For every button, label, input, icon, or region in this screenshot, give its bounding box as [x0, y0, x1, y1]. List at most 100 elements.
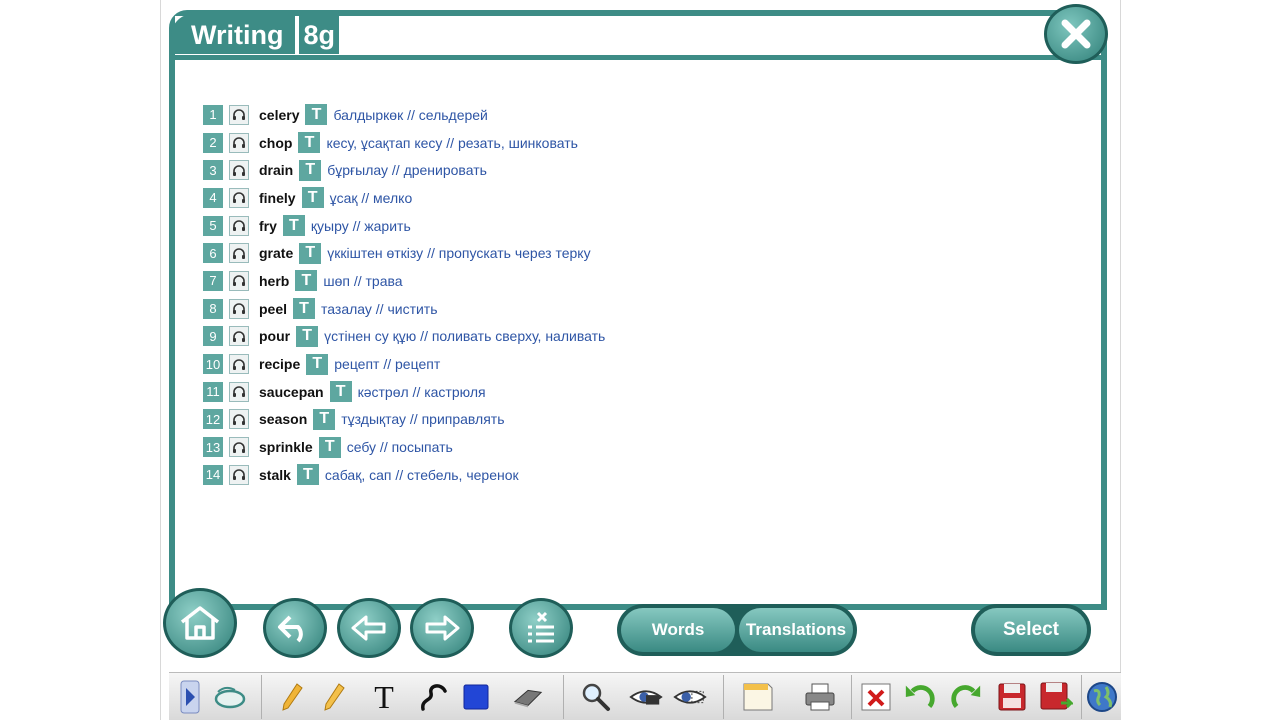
word-text[interactable]: fry [259, 218, 277, 234]
highlighter-tool-button[interactable] [317, 679, 351, 715]
eraser-tool-button[interactable] [511, 679, 545, 715]
word-text[interactable]: stalk [259, 467, 291, 483]
redo-icon [951, 685, 981, 709]
headphones-icon [233, 109, 245, 121]
audio-button[interactable] [229, 354, 249, 375]
word-text[interactable]: chop [259, 135, 292, 151]
translate-button[interactable]: T [296, 464, 319, 486]
zoom-tool-button[interactable] [579, 679, 613, 715]
text-tool-button[interactable]: T [367, 679, 401, 715]
audio-button[interactable] [229, 381, 249, 402]
audio-button[interactable] [229, 298, 249, 319]
word-number: 2 [203, 132, 223, 153]
audio-button[interactable] [229, 409, 249, 430]
audio-button[interactable] [229, 464, 249, 485]
word-text[interactable]: grate [259, 245, 293, 261]
translate-button[interactable]: T [298, 132, 321, 154]
forward-button[interactable] [410, 598, 474, 658]
headphones-icon [233, 386, 245, 398]
word-text[interactable]: pour [259, 328, 290, 344]
checklist-icon [528, 611, 554, 643]
translate-button[interactable]: T [313, 408, 336, 430]
audio-button[interactable] [229, 160, 249, 181]
mouse-tool-button[interactable] [213, 679, 247, 715]
eraser-icon [513, 689, 543, 708]
word-translation: шөп // трава [323, 272, 403, 289]
word-text[interactable]: celery [259, 107, 299, 123]
pencil-tool-button[interactable] [275, 679, 309, 715]
undo-button[interactable] [263, 598, 327, 658]
translate-button[interactable]: T [296, 325, 319, 347]
back-button[interactable] [337, 598, 401, 658]
web-button[interactable] [1085, 679, 1119, 715]
hide-tool-button[interactable] [673, 679, 707, 715]
word-translation: кәстрөл // кастрюля [357, 383, 486, 400]
headphones-icon [233, 248, 245, 259]
translate-button[interactable]: T [329, 381, 352, 403]
word-row: 12 season Tтұздықтау // приправлять [203, 406, 605, 434]
translate-button[interactable]: T [306, 353, 329, 375]
clear-button[interactable] [859, 679, 893, 715]
word-text[interactable]: saucepan [259, 384, 324, 400]
headphones-icon [233, 414, 245, 425]
home-button[interactable] [163, 588, 237, 658]
undo-toolbar-button[interactable] [903, 679, 937, 715]
headphones-icon [233, 192, 245, 204]
word-number: 5 [203, 215, 223, 236]
translate-button[interactable]: T [299, 159, 322, 181]
headphones-icon [233, 275, 245, 287]
translate-button[interactable]: T [299, 242, 322, 264]
select-button[interactable]: Select [971, 604, 1091, 656]
word-row: 8 peel Tтазалау // чистить [203, 295, 605, 323]
translate-button[interactable]: T [293, 298, 316, 320]
audio-button[interactable] [229, 104, 249, 125]
audio-button[interactable] [229, 243, 249, 264]
headphones-icon [233, 303, 245, 315]
checklist-button[interactable] [509, 598, 573, 658]
translate-button[interactable]: T [301, 187, 324, 209]
translate-button[interactable]: T [295, 270, 318, 292]
translations-button[interactable]: Translations [739, 608, 853, 652]
word-row: 7 herb Tшөп // трава [203, 267, 605, 295]
word-text[interactable]: drain [259, 162, 293, 178]
word-text[interactable]: peel [259, 301, 287, 317]
redo-toolbar-button[interactable] [949, 679, 983, 715]
word-number: 9 [203, 326, 223, 347]
word-translation: ұсақ // мелко [329, 189, 413, 206]
word-text[interactable]: recipe [259, 356, 300, 372]
audio-button[interactable] [229, 270, 249, 291]
audio-button[interactable] [229, 132, 249, 153]
word-text[interactable]: herb [259, 273, 289, 289]
translate-button[interactable]: T [282, 215, 305, 237]
word-number: 10 [203, 354, 223, 375]
words-button[interactable]: Words [621, 608, 735, 652]
toolbar-expand-button[interactable] [173, 679, 207, 715]
save-button[interactable] [995, 679, 1029, 715]
save-as-button[interactable] [1039, 679, 1073, 715]
word-text[interactable]: finely [259, 190, 296, 206]
close-button[interactable] [1044, 4, 1108, 64]
shape-tool-button[interactable] [459, 679, 493, 715]
audio-button[interactable] [229, 326, 249, 347]
print-button[interactable] [803, 679, 837, 715]
audio-button[interactable] [229, 437, 249, 458]
word-number: 11 [203, 381, 223, 402]
word-translation: балдыркөк // сельдерей [333, 106, 488, 123]
word-text[interactable]: sprinkle [259, 439, 313, 455]
word-number: 14 [203, 464, 223, 485]
audio-button[interactable] [229, 187, 249, 208]
word-text[interactable]: season [259, 411, 307, 427]
square-shape-icon [463, 684, 489, 710]
audio-button[interactable] [229, 215, 249, 236]
translate-button[interactable]: T [305, 104, 328, 126]
app-window: Writing 8g 1 celery Tбалдыркөк // сельдере… [160, 0, 1121, 720]
word-translation: үстінен су құю // поливать сверху, налив… [324, 328, 606, 345]
reveal-tool-button[interactable] [629, 679, 663, 715]
word-translation: кесу, ұсақтап кесу // резать, шинковать [326, 134, 578, 151]
freehand-tool-button[interactable] [417, 679, 451, 715]
translate-button[interactable]: T [318, 436, 341, 458]
eye-mask-icon [673, 690, 707, 704]
title-tab: Writing 8g [171, 14, 339, 60]
note-tool-button[interactable] [741, 679, 775, 715]
word-translation: бұрғылау // дренировать [327, 162, 487, 179]
